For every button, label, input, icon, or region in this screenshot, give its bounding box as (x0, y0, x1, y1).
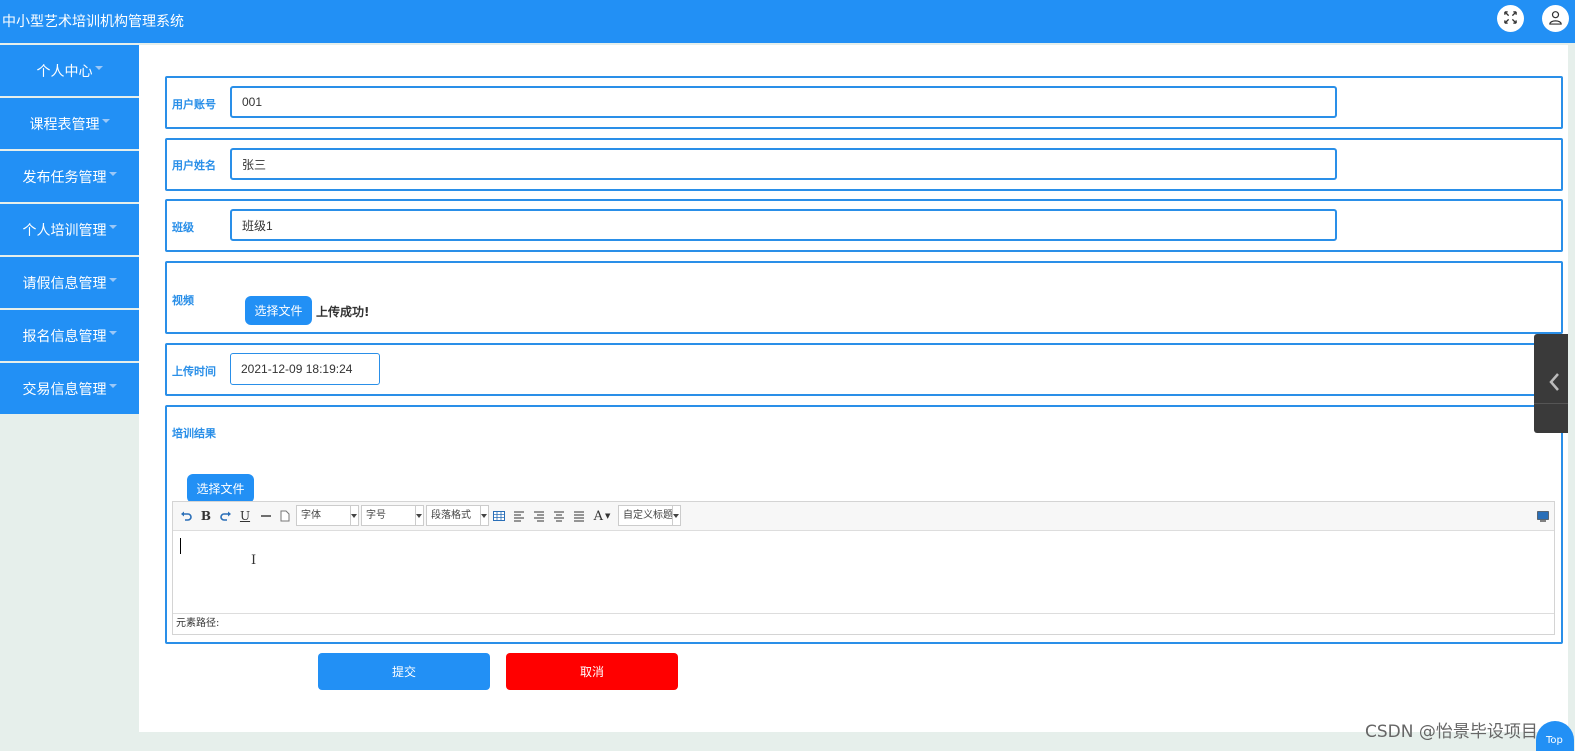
chevron-down-icon (108, 383, 117, 388)
editor-content-area[interactable]: I (173, 532, 1554, 613)
submit-button[interactable]: 提交 (318, 653, 490, 690)
preview-icon[interactable] (1536, 508, 1550, 524)
custom-title-select[interactable]: 自定义标题 (618, 505, 681, 526)
element-path-label: 元素路径: (176, 618, 220, 629)
sidebar-item-label: 个人中心 (36, 63, 93, 80)
undo-icon[interactable] (179, 508, 193, 524)
chevron-down-icon (673, 514, 679, 518)
result-choose-file-button[interactable]: 选择文件 (187, 474, 254, 503)
expand-icon (1503, 10, 1518, 28)
fullscreen-button[interactable] (1497, 5, 1524, 32)
sidebar-item-label: 请假信息管理 (22, 275, 107, 292)
redo-icon[interactable] (219, 508, 233, 524)
sidebar-item-personal-center[interactable]: 个人中心 (0, 45, 139, 96)
sidebar-item-label: 个人培训管理 (22, 222, 107, 239)
upload-time-field-row: 上传时间 (165, 343, 1563, 396)
user-menu-button[interactable] (1542, 5, 1569, 32)
underline-button[interactable]: U (239, 508, 251, 524)
editor-status-bar: 元素路径: (173, 613, 1554, 634)
align-center-icon[interactable] (552, 508, 566, 524)
upload-time-input[interactable] (230, 353, 380, 385)
chevron-left-icon (1549, 373, 1559, 391)
sidebar: 个人中心 课程表管理 发布任务管理 个人培训管理 请假信息管理 报名信息管理 交… (0, 45, 139, 416)
result-field-row: 培训结果 选择文件 B U 字体 字号 段落格式 A ▼ 自定义标题 I 元素路… (165, 405, 1563, 644)
sidebar-item-label: 报名信息管理 (22, 328, 107, 345)
sidebar-item-tasks[interactable]: 发布任务管理 (0, 151, 139, 202)
sidebar-item-registration[interactable]: 报名信息管理 (0, 310, 139, 361)
top-bar: 中小型艺术培训机构管理系统 (0, 0, 1575, 43)
app-title: 中小型艺术培训机构管理系统 (2, 14, 184, 30)
sidebar-item-leave[interactable]: 请假信息管理 (0, 257, 139, 308)
side-collapse-panel[interactable] (1534, 334, 1568, 433)
align-right-icon[interactable] (532, 508, 546, 524)
account-label: 用户账号 (172, 98, 216, 111)
font-color-button[interactable]: A ▼ (592, 508, 612, 524)
paragraph-format-value: 段落格式 (431, 510, 471, 521)
video-upload-status: 上传成功! (316, 305, 370, 319)
custom-title-value: 自定义标题 (623, 510, 673, 521)
paragraph-format-select[interactable]: 段落格式 (426, 505, 489, 526)
cancel-button[interactable]: 取消 (506, 653, 678, 690)
sidebar-item-personal-training[interactable]: 个人培训管理 (0, 204, 139, 255)
name-field-row: 用户姓名 (165, 138, 1563, 191)
chevron-down-icon: ▼ (605, 512, 611, 520)
result-label: 培训结果 (172, 427, 216, 440)
table-icon[interactable] (492, 508, 506, 524)
chevron-down-icon (108, 171, 117, 176)
class-label: 班级 (172, 221, 194, 234)
chevron-down-icon (94, 65, 103, 70)
editor-toolbar: B U 字体 字号 段落格式 A ▼ 自定义标题 (173, 502, 1554, 531)
align-left-icon[interactable] (512, 508, 526, 524)
name-input[interactable] (230, 148, 1337, 180)
video-field-row: 视频 选择文件 上传成功! (165, 261, 1563, 334)
sidebar-item-label: 发布任务管理 (22, 169, 107, 186)
page-icon[interactable] (279, 508, 291, 524)
back-to-top-button[interactable]: Top (1536, 721, 1574, 751)
chevron-down-icon (108, 277, 117, 282)
upload-time-label: 上传时间 (172, 365, 216, 378)
sidebar-item-label: 课程表管理 (29, 116, 100, 133)
font-family-select[interactable]: 字体 (296, 505, 359, 526)
sidebar-item-schedule[interactable]: 课程表管理 (0, 98, 139, 149)
sidebar-item-transactions[interactable]: 交易信息管理 (0, 363, 139, 414)
font-size-select[interactable]: 字号 (361, 505, 424, 526)
ibeam-cursor-icon: I (251, 553, 257, 568)
video-choose-file-button[interactable]: 选择文件 (245, 296, 312, 325)
account-input[interactable] (230, 86, 1337, 118)
chevron-down-icon (416, 514, 422, 518)
watermark: CSDN @怡景毕设项目 (1365, 722, 1538, 742)
chevron-down-icon (108, 330, 117, 335)
font-family-value: 字体 (301, 510, 321, 521)
chevron-down-icon (481, 514, 487, 518)
rich-text-editor: B U 字体 字号 段落格式 A ▼ 自定义标题 I 元素路径: (172, 501, 1555, 635)
bold-button[interactable]: B (200, 508, 212, 524)
sidebar-item-label: 交易信息管理 (22, 381, 107, 398)
font-color-glyph: A (593, 508, 603, 524)
account-field-row: 用户账号 (165, 76, 1563, 129)
chevron-down-icon (101, 118, 110, 123)
chevron-down-icon (351, 514, 357, 518)
divider (1534, 403, 1568, 404)
font-size-value: 字号 (366, 510, 386, 521)
chevron-down-icon (108, 224, 117, 229)
user-icon (1548, 10, 1563, 28)
video-label: 视频 (172, 294, 194, 307)
name-label: 用户姓名 (172, 159, 216, 172)
horizontal-rule-icon[interactable] (259, 508, 273, 524)
align-justify-icon[interactable] (572, 508, 586, 524)
text-cursor (180, 538, 181, 554)
class-field-row: 班级 (165, 199, 1563, 252)
class-input[interactable] (230, 209, 1337, 241)
